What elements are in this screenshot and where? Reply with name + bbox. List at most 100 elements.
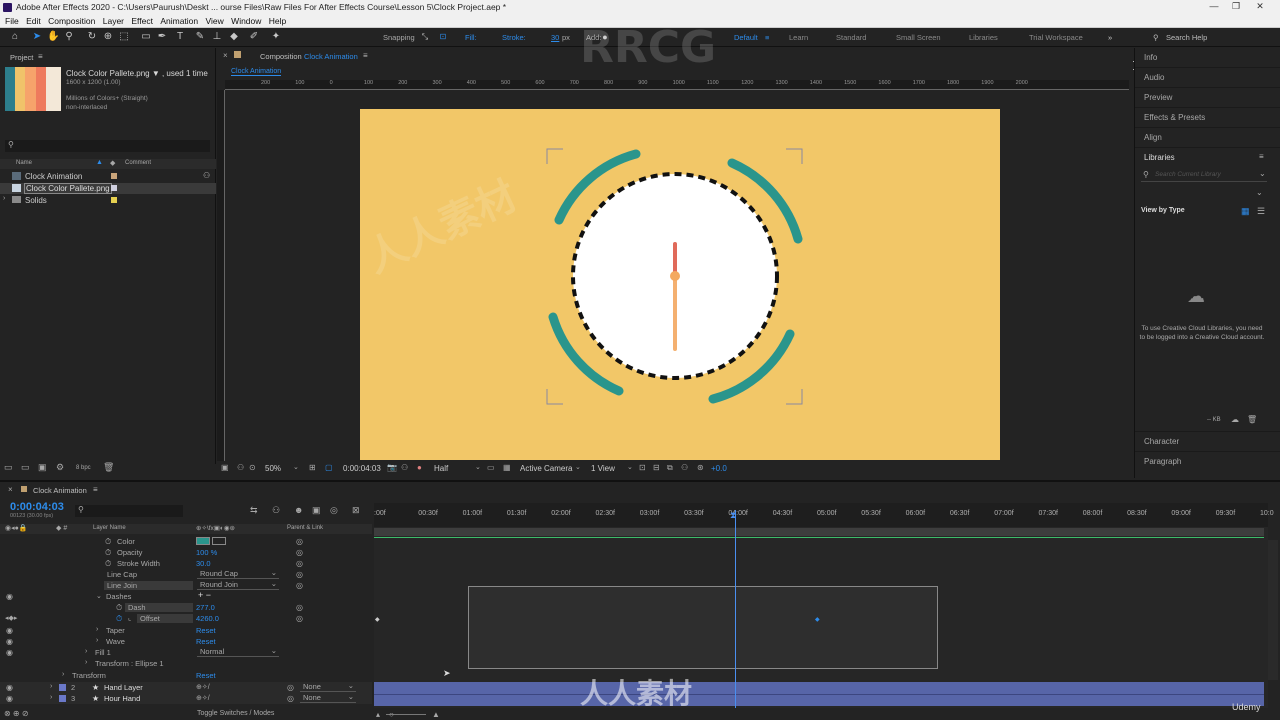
grid-view-icon[interactable]: ▦: [1241, 206, 1250, 217]
zoom-handle-icon[interactable]: ○: [389, 710, 394, 719]
libraries-menu-icon[interactable]: ≡: [1259, 152, 1264, 161]
type-tool-icon[interactable]: T: [174, 31, 186, 43]
workspace-menu-icon[interactable]: ≡: [765, 33, 769, 42]
playhead-icon[interactable]: ⧗: [730, 510, 736, 521]
pickwhip-icon[interactable]: ◎: [296, 614, 303, 623]
workspace-small-screen[interactable]: Small Screen: [896, 33, 941, 42]
comp-panel-menu-icon[interactable]: ≡: [363, 51, 368, 60]
lock-icon[interactable]: [21, 486, 27, 492]
pickwhip-icon[interactable]: ◎: [296, 548, 303, 557]
home-icon[interactable]: ⌂: [9, 31, 21, 43]
search-help-input[interactable]: Search Help: [1166, 33, 1207, 42]
settings-icon[interactable]: ⚙: [56, 462, 64, 473]
effects-presets-tab[interactable]: Effects & Presets: [1144, 113, 1205, 122]
zoom-tool-icon[interactable]: ⚲: [63, 31, 75, 43]
project-tab[interactable]: Project: [10, 53, 33, 62]
expand-arrow-icon[interactable]: ›: [50, 683, 52, 690]
timeline-search-input[interactable]: ⚲: [75, 505, 183, 517]
eye-icon[interactable]: ◉: [6, 648, 13, 657]
layer-row[interactable]: ◉ › 3 ★ Hour Hand ⊕✧/ ◎ None ⌄: [0, 692, 372, 704]
graph-icon[interactable]: ⌞: [128, 614, 131, 622]
info-panel-header[interactable]: Info: [1135, 48, 1280, 68]
vertical-scrollbar[interactable]: [1268, 540, 1278, 680]
project-item[interactable]: Clock Animation ⚇: [0, 171, 216, 182]
preview-panel-header[interactable]: Preview: [1135, 88, 1280, 108]
expand-arrow-icon[interactable]: ›: [96, 637, 98, 644]
workspace-standard[interactable]: Standard: [836, 33, 866, 42]
always-preview-icon[interactable]: ▣: [221, 463, 229, 472]
fast-previews-icon[interactable]: ⚇: [237, 463, 244, 472]
project-search-input[interactable]: ⚲: [5, 140, 210, 152]
reset-link[interactable]: Reset: [196, 626, 216, 635]
libraries-panel-header[interactable]: Libraries ≡: [1135, 148, 1280, 168]
expand-arrow-icon[interactable]: ›: [3, 195, 5, 202]
workspace-overflow-icon[interactable]: »: [1108, 33, 1112, 42]
channel-icon[interactable]: ●: [417, 463, 422, 472]
expand-arrow-icon[interactable]: ›: [62, 671, 64, 678]
eraser-tool-icon[interactable]: ◆: [228, 31, 240, 43]
zoom-dropdown[interactable]: 50%: [265, 464, 281, 473]
exposure-value[interactable]: +0.0: [711, 464, 727, 473]
library-search-input[interactable]: ⚲ Search Current Library ⌄: [1141, 169, 1267, 182]
search-icon[interactable]: ⚲: [1153, 33, 1159, 42]
new-folder-icon[interactable]: ▭: [21, 462, 30, 473]
eye-icon[interactable]: ◉: [6, 683, 13, 692]
new-composition-icon[interactable]: ▣: [38, 462, 47, 473]
menu-animation[interactable]: Animation: [160, 16, 198, 26]
composition-canvas[interactable]: [360, 109, 1000, 460]
rotate-tool-icon[interactable]: ↻: [86, 31, 98, 43]
col-name[interactable]: Name: [16, 160, 32, 166]
property-value[interactable]: 30.0: [196, 559, 211, 568]
parent-dropdown[interactable]: None ⌄: [300, 692, 356, 703]
chevron-down-icon[interactable]: ⌄: [1256, 188, 1263, 197]
minimize-button[interactable]: —: [1204, 1, 1224, 13]
stopwatch-icon[interactable]: ⏱: [116, 603, 122, 613]
pickwhip-icon[interactable]: ◎: [296, 570, 303, 579]
zoom-in-icon[interactable]: ▲: [432, 710, 440, 719]
property-value[interactable]: 100 %: [196, 548, 217, 557]
view-layout-dropdown[interactable]: 1 View: [591, 464, 615, 473]
resolution-dropdown[interactable]: Half: [434, 464, 448, 473]
col-layer-name[interactable]: Layer Name: [93, 525, 126, 531]
eye-icon[interactable]: ◉: [6, 694, 13, 703]
stopwatch-icon[interactable]: ⏱: [105, 559, 111, 569]
info-tab[interactable]: Info: [1144, 53, 1157, 62]
current-time[interactable]: 0:00:04:03: [10, 501, 64, 513]
property-value[interactable]: 4260.0: [196, 614, 219, 623]
frame-blending-icon[interactable]: ▣: [312, 505, 321, 516]
hand-tool-icon[interactable]: ✋: [47, 31, 59, 43]
close-tab-icon[interactable]: ×: [8, 485, 13, 494]
pickwhip-icon[interactable]: ◎: [296, 537, 303, 546]
stroke-width-value[interactable]: 30: [551, 33, 559, 42]
comp-mini-flowchart-icon[interactable]: ⇆: [250, 505, 258, 516]
line-join-dropdown[interactable]: Round Join ⌄: [197, 579, 279, 590]
menu-composition[interactable]: Composition: [48, 16, 95, 26]
toggle-pixel-aspect-icon[interactable]: ⊡: [639, 463, 646, 472]
timeline-icon[interactable]: ⧉: [667, 463, 673, 473]
character-tab[interactable]: Character: [1144, 437, 1179, 446]
sort-icon[interactable]: ▲: [96, 159, 103, 166]
current-time-indicator[interactable]: [735, 510, 736, 708]
camera-tool-icon[interactable]: ⊕: [102, 31, 114, 43]
list-view-icon[interactable]: ☰: [1257, 206, 1265, 217]
reset-link[interactable]: Reset: [196, 637, 216, 646]
work-area-bar[interactable]: [374, 528, 1264, 536]
expand-arrow-icon[interactable]: ›: [85, 659, 87, 666]
keyframe-marker[interactable]: ◆: [375, 616, 380, 623]
timeline-tab[interactable]: Clock Animation: [33, 486, 87, 495]
fast-draft-icon[interactable]: ⊟: [653, 463, 660, 472]
col-comment[interactable]: Comment: [125, 160, 151, 166]
transparency-grid-icon[interactable]: ▦: [503, 463, 511, 472]
snap-grid-icon[interactable]: ⊡: [437, 31, 449, 43]
reset-link[interactable]: Reset: [196, 671, 216, 680]
delete-icon[interactable]: 🗑: [103, 462, 114, 473]
motion-blur-icon[interactable]: ◎: [330, 505, 338, 516]
camera-dropdown[interactable]: Active Camera: [520, 464, 572, 473]
toggle-switches-modes[interactable]: Toggle Switches / Modes: [197, 710, 274, 717]
menu-window[interactable]: Window: [231, 16, 261, 26]
workspace-trial[interactable]: Trial Workspace: [1029, 33, 1083, 42]
reset-exposure-icon[interactable]: ⊛: [697, 463, 704, 472]
show-snapshot-icon[interactable]: ⚇: [401, 463, 408, 472]
lock-icon[interactable]: [234, 51, 241, 58]
pickwhip-icon[interactable]: ◎: [296, 581, 303, 590]
